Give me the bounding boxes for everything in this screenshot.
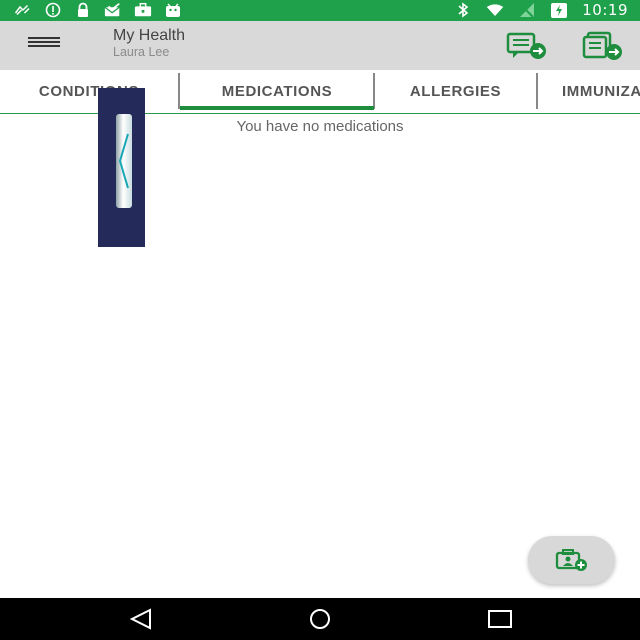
menu-button[interactable] [28, 37, 60, 55]
system-nav-bar [0, 598, 640, 640]
scroll-handle [116, 114, 132, 208]
tab-immunizations[interactable]: IMMUNIZATIONS [538, 70, 640, 112]
active-tab-indicator [180, 106, 374, 110]
home-button[interactable] [305, 608, 335, 630]
home-icon [310, 609, 330, 629]
lock-icon [74, 2, 92, 18]
status-time: 10:19 [582, 1, 628, 19]
wifi-icon [486, 2, 504, 18]
tab-allergies[interactable]: ALLERGIES [375, 70, 536, 112]
status-bar: 10:19 [0, 0, 640, 21]
recents-icon [488, 610, 512, 628]
recents-button[interactable] [485, 608, 515, 630]
android-icon [164, 2, 182, 18]
message-forward-button[interactable] [504, 31, 550, 61]
tab-label: ALLERGIES [409, 82, 502, 100]
back-button[interactable] [126, 608, 156, 630]
satellite-icon [14, 2, 32, 18]
tab-label: MEDICATIONS [221, 82, 333, 100]
app-bar: My Health Laura Lee [0, 21, 640, 70]
chevron-glyph-icon [118, 133, 129, 189]
briefcase-icon [134, 2, 152, 18]
page-title: My Health [113, 27, 186, 44]
message-forward-icon [506, 32, 546, 59]
hamburger-icon-line [28, 45, 60, 47]
hamburger-icon-line [28, 37, 60, 39]
bluetooth-icon [454, 2, 472, 18]
drag-handle-overlay[interactable] [98, 88, 145, 247]
document-forward-button[interactable] [580, 31, 626, 61]
info-circle-icon [44, 2, 62, 18]
battery-charging-icon [550, 2, 568, 18]
hamburger-icon-line [28, 41, 60, 43]
empty-state-message: You have no medications [236, 118, 404, 135]
back-icon [129, 608, 151, 630]
no-signal-icon [518, 2, 536, 18]
add-medical-card-icon [555, 549, 587, 571]
patient-name: Laura Lee [113, 45, 170, 59]
add-medication-button[interactable] [528, 536, 615, 584]
document-forward-icon [582, 31, 622, 60]
tab-conditions[interactable]: CONDITIONS [0, 70, 178, 112]
envelope-check-icon [104, 2, 122, 18]
tab-label: IMMUNIZATIONS [562, 82, 640, 100]
